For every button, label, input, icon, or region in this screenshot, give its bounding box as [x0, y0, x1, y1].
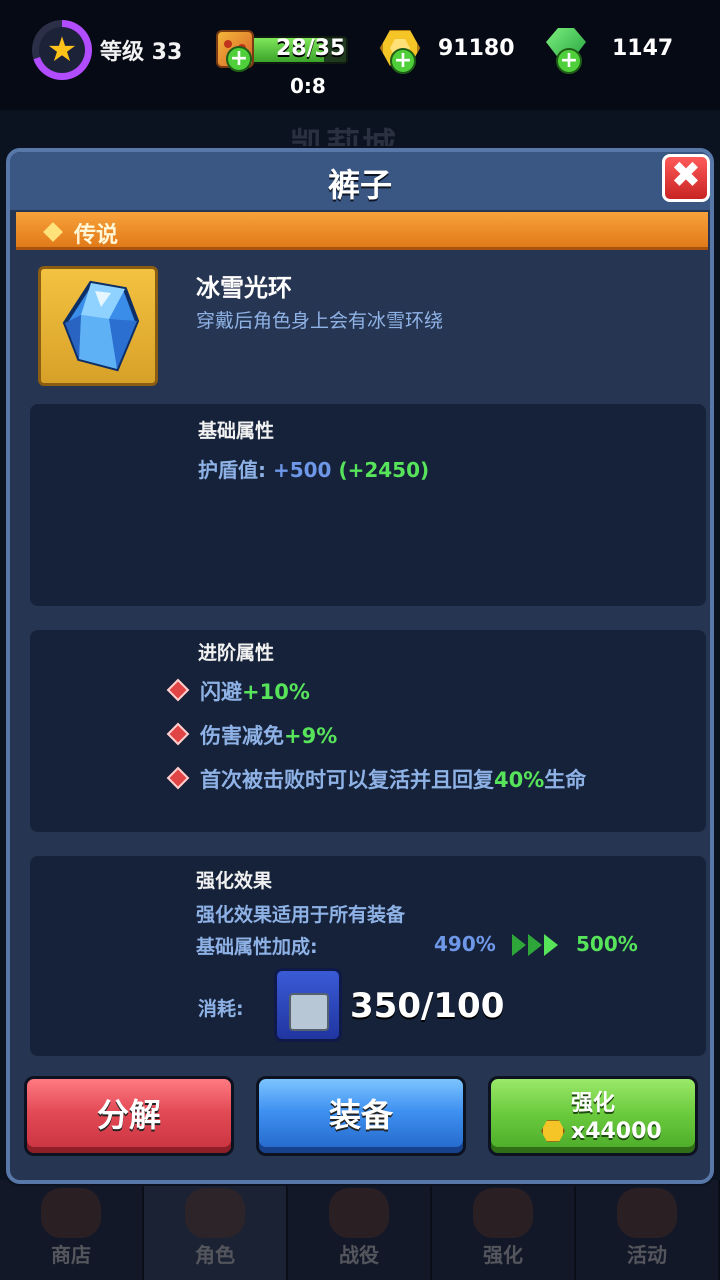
nav-item-character[interactable]: 角色: [144, 1180, 288, 1280]
nav-label: 强化: [483, 1243, 523, 1267]
rarity-label: 传说: [74, 223, 119, 248]
star-icon: ★: [39, 27, 85, 73]
enhance-button-label: 强化: [570, 1091, 615, 1116]
stat-value: +9%: [284, 724, 338, 748]
diamond-icon: [43, 222, 63, 242]
stat-value: +500: [272, 458, 332, 482]
stat-text: 闪避: [200, 680, 242, 704]
stat-suffix: 生命: [544, 768, 587, 792]
advanced-stat-line: 闪避+10%: [200, 676, 310, 706]
close-button[interactable]: ✖: [662, 154, 710, 202]
nav-label: 角色: [195, 1243, 235, 1267]
item-name: 冰雪光环: [196, 274, 292, 302]
enhance-effect-panel: 强化效果 强化效果适用于所有装备 基础属性加成: 490% 500% 消耗: 3…: [30, 856, 706, 1056]
gold-count: 91180: [438, 36, 515, 61]
panel-title: 强化效果: [196, 870, 273, 892]
nav-label: 活动: [627, 1243, 667, 1267]
enhance-cost: x44000: [571, 1119, 662, 1144]
gold-coin-icon: [541, 1120, 565, 1142]
modal-header: 裤子 ✖: [10, 152, 710, 210]
stat-label: 护盾值:: [198, 458, 266, 482]
events-icon: [617, 1188, 677, 1238]
enhance-button[interactable]: 强化 x44000: [488, 1076, 698, 1156]
add-energy-button[interactable]: +: [226, 46, 252, 72]
red-diamond-icon: [166, 766, 190, 790]
energy-timer: 0:8: [290, 74, 326, 98]
advanced-stat-line: 伤害减免+9%: [200, 720, 337, 750]
nav-label: 战役: [339, 1243, 379, 1267]
bonus-to: 500%: [576, 932, 638, 956]
modal-title: 裤子: [327, 166, 392, 204]
add-gem-button[interactable]: +: [556, 48, 582, 74]
stat-text: 首次被击败时可以复活并且回复: [200, 768, 494, 792]
nav-item-enhance[interactable]: 强化: [432, 1180, 576, 1280]
decompose-button[interactable]: 分解: [24, 1076, 234, 1156]
bonus-label: 基础属性加成:: [196, 936, 318, 958]
bottom-nav: 商店 角色 战役 强化 活动: [0, 1180, 720, 1280]
consume-label: 消耗:: [198, 998, 244, 1020]
consume-count: 350/100: [350, 986, 505, 1026]
base-attributes-panel: 基础属性 护盾值: +500 (+2450): [30, 404, 706, 606]
campaign-icon: [329, 1188, 389, 1238]
nav-item-shop[interactable]: 商店: [0, 1180, 144, 1280]
bonus-from: 490%: [434, 932, 496, 956]
top-hud: ★ 等级 33 + 28/35 0:8 + 91180 + 1147: [0, 0, 720, 110]
rarity-banner: 传说: [16, 212, 708, 250]
stat-bonus: (+2450): [338, 458, 430, 482]
nav-item-campaign[interactable]: 战役: [288, 1180, 432, 1280]
nav-label: 商店: [51, 1243, 91, 1267]
item-detail-modal: 裤子 ✖ 传说 冰雪光环 穿戴后角色身上会有冰雪环绕 基础属性 护盾值: +50…: [6, 148, 714, 1184]
stat-value: 40%: [494, 768, 545, 792]
nav-item-events[interactable]: 活动: [576, 1180, 720, 1280]
chevron-arrows-icon: [512, 934, 572, 956]
add-gold-button[interactable]: +: [390, 48, 416, 74]
character-icon: [185, 1188, 245, 1238]
gem-count: 1147: [612, 36, 674, 61]
enhance-icon: [473, 1188, 533, 1238]
level-badge[interactable]: ★: [32, 20, 92, 80]
ice-crystal-icon: [62, 280, 140, 372]
item-icon-frame[interactable]: [38, 266, 158, 386]
shop-icon: [41, 1188, 101, 1238]
shield-stat: 护盾值: +500 (+2450): [198, 454, 429, 483]
advanced-attributes-panel: 进阶属性 闪避+10% 伤害减免+9% 首次被击败时可以复活并且回复40%生命: [30, 630, 706, 832]
red-diamond-icon: [166, 678, 190, 702]
panel-title: 进阶属性: [198, 642, 275, 664]
stat-text: 伤害减免: [200, 724, 284, 748]
item-description: 穿戴后角色身上会有冰雪环绕: [196, 310, 444, 332]
advanced-stat-line: 首次被击败时可以复活并且回复40%生命: [200, 764, 586, 794]
stat-value: +10%: [242, 680, 310, 704]
red-diamond-icon: [166, 722, 190, 746]
armor-scroll-icon: [274, 968, 342, 1042]
energy-count: 28/35: [276, 36, 346, 61]
equip-button[interactable]: 装备: [256, 1076, 466, 1156]
enhance-note: 强化效果适用于所有装备: [196, 904, 406, 926]
level-label: 等级 33: [100, 40, 183, 65]
panel-title: 基础属性: [198, 420, 275, 442]
